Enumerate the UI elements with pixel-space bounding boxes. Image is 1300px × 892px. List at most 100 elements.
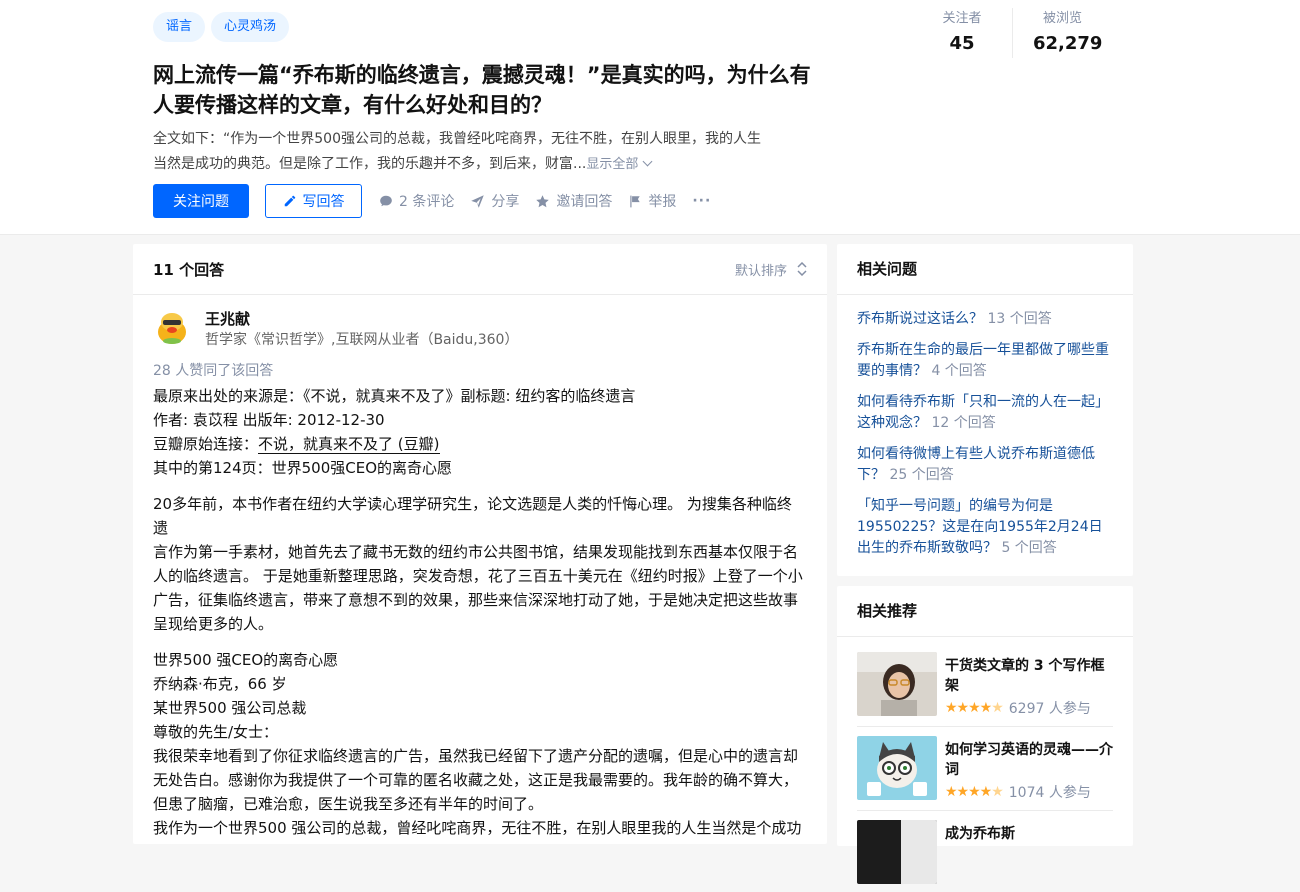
answer-content: 最原来出处的来源是：《不说，就真来不及了》副标题: 纽约客的临终遗言 作者: 袁… [153,384,803,840]
content-line: 无处告白。感谢你为我提供了一个可靠的匿名收藏之处，这正是我最需要的。我年龄的确不… [153,771,799,789]
topic-tag[interactable]: 谣言 [153,12,206,42]
star-icon [536,194,550,207]
sort-dropdown[interactable]: 默认排序 [735,260,807,279]
followers-count: 45 [949,33,975,54]
paper-plane-icon [471,194,485,208]
content-line: 言作为第一手素材，她首先去了藏书无数的纽约市公共图书馆，结果发现能找到东西基本仅… [153,543,799,561]
related-questions-title: 相关问题 [837,244,1133,295]
views-stat: 被浏览 62,279 [1012,8,1112,58]
answers-header: 11 个回答 默认排序 [133,244,827,295]
question-excerpt: 全文如下：“作为一个世界500强公司的总裁，我曾经叱咤商界，无往不胜，在别人眼里… [153,127,823,177]
follow-question-button[interactable]: 关注问题 [153,184,249,218]
question-stats: 关注者 45 被浏览 62,279 [912,8,1112,58]
recommendations-card: 相关推荐 干货类文章的 3 个写作框架 ★★★★★ 6297 人参与 如何学习英… [837,586,1133,884]
participants-count: 1074 人参与 [1008,785,1091,801]
report-button[interactable]: 举报 [628,191,676,211]
comment-icon [380,195,392,207]
related-questions-list: 乔布斯说过这话么？ 13 个回答 乔布斯在生命的最后一年里都做了哪些重要的事情？… [837,295,1133,559]
content-line: 我很荣幸地看到了你征求临终遗言的广告，虽然我已经留下了遗产分配的遗嘱，但是心中的… [153,747,799,765]
recommendation-title: 干货类文章的 3 个写作框架 [945,658,1105,694]
content-line: 世界500 强CEO的离奇心愿 [153,651,339,669]
rating-stars: ★★★★★ [945,784,1004,800]
divider [857,726,1113,727]
flag-icon [630,195,641,207]
content-line: 广告，征集临终遗言，带来了意想不到的效果，那些来信深深地打动了她，于是她决定把这… [153,591,799,609]
question-header: 谣言 心灵鸡汤 网上流传一篇“乔布斯的临终遗言，震撼灵魂！”是真实的吗，为什么有… [0,0,1300,235]
chevron-down-icon [642,156,653,167]
excerpt-line: 当然是成功的典范。但是除了工作，我的乐趣并不多，到后来，财富... [153,156,587,172]
avatar[interactable] [153,308,191,346]
content-line: 人的临终遗言。 于是她重新整理思路，突发奇想，花了三百五十美元在《纽约时报》上登… [153,567,803,585]
views-label: 被浏览 [1042,11,1082,26]
recommendation-thumbnail [857,820,937,884]
report-label: 举报 [648,194,677,210]
recommendation-title: 成为乔布斯 [945,826,1015,842]
sort-arrows-icon [797,262,807,276]
answer-count: 11 个回答 [153,260,225,279]
write-answer-label: 写回答 [302,194,345,210]
more-button[interactable]: ··· [692,193,711,209]
share-button[interactable]: 分享 [470,191,519,211]
answer-count: 12 个回答 [931,415,996,431]
content-line: 某世界500 强公司总裁 [153,699,307,717]
content-line: 最原来出处的来源是：《不说，就真来不及了》副标题: 纽约客的临终遗言 [153,387,636,405]
answer-count: 13 个回答 [987,311,1052,327]
recommendation-item[interactable]: 成为乔布斯 [857,820,1113,892]
views-count: 62,279 [1033,33,1103,54]
comments-label: 2 条评论 [399,194,455,210]
topic-tag[interactable]: 心灵鸡汤 [211,12,290,42]
author-name[interactable]: 王兆献 [205,308,518,330]
excerpt-line: 全文如下：“作为一个世界500强公司的总裁，我曾经叱咤商界，无往不胜，在别人眼里… [153,131,761,147]
sort-label: 默认排序 [734,263,787,279]
recommendation-meta: ★★★★★ 6297 人参与 [945,698,1091,718]
answer-author: 王兆献 哲学家《常识哲学》,互联网从业者（Baidu,360） [153,308,518,350]
content-line: 我作为一个世界500 强公司的总裁，曾经叱咤商界，无往不胜，在别人眼里我的人生当… [153,819,802,837]
recommendation-thumbnail [857,652,937,716]
answer-count: 4 个回答 [931,363,987,379]
author-bio: 哲学家《常识哲学》,互联网从业者（Baidu,360） [205,332,519,348]
answer-count: 25 个回答 [889,467,954,483]
participants-count: 6297 人参与 [1008,701,1091,717]
related-question-text: 「知乎一号问题」的编号为何是 19550225？这是在向1955年2月24日出生… [857,498,1103,556]
content-line: 尊敬的先生/女士： [153,723,279,741]
content-line: 20多年前，本书作者在纽约大学读心理学研究生，论文选题是人类的忏悔心理。 为搜集… [153,495,792,537]
show-all-label: 显示全部 [586,157,639,172]
vote-count[interactable]: 28 人赞同了该回答 [153,360,273,380]
content-line: 但患了脑瘤，已难治愈，医生说我至多还有半年的时间了。 [153,795,544,813]
recommendation-item[interactable]: 干货类文章的 3 个写作框架 ★★★★★ 6297 人参与 [857,652,1113,724]
recommendation-title: 如何学习英语的灵魂——介词 [945,742,1113,778]
content-line: 其中的第124页：世界500强CEO的离奇心愿 [153,459,453,477]
question-actions: 关注问题 写回答 2 条评论 分享 邀请回答 举报 ··· [153,184,711,218]
share-label: 分享 [491,194,520,210]
douban-link[interactable]: 不说，就真来不及了 (豆瓣) [258,435,440,454]
related-question-item[interactable]: 乔布斯在生命的最后一年里都做了哪些重要的事情？ 4 个回答 [857,340,1113,382]
content-line: 豆瓣原始连接：不说，就真来不及了 (豆瓣) [153,432,803,456]
related-question-item[interactable]: 如何看待微博上有些人说乔布斯道德低下？ 25 个回答 [857,444,1113,486]
pencil-icon [284,195,295,207]
recommendation-item[interactable]: 如何学习英语的灵魂——介词 ★★★★★ 1074 人参与 [857,736,1113,808]
related-questions-card: 相关问题 乔布斯说过这话么？ 13 个回答 乔布斯在生命的最后一年里都做了哪些重… [837,244,1133,576]
comments-button[interactable]: 2 条评论 [379,191,454,211]
write-answer-button[interactable]: 写回答 [265,184,362,218]
content-line: 呈现给更多的人。 [153,615,274,633]
followers-stat[interactable]: 关注者 45 [912,8,1012,58]
invite-answer-button[interactable]: 邀请回答 [535,191,612,211]
answer-count: 5 个回答 [1001,540,1057,556]
content-text: 豆瓣原始连接： [153,435,259,453]
content-line: 乔纳森·布克，66 岁 [153,675,287,693]
recommendation-meta: ★★★★★ 1074 人参与 [945,782,1091,802]
invite-label: 邀请回答 [556,194,613,210]
related-question-item[interactable]: 乔布斯说过这话么？ 13 个回答 [857,309,1113,330]
show-all-button[interactable]: 显示全部 [586,156,653,172]
recommendations-title: 相关推荐 [837,586,1133,637]
related-question-item[interactable]: 「知乎一号问题」的编号为何是 19550225？这是在向1955年2月24日出生… [857,496,1113,559]
question-title: 网上流传一篇“乔布斯的临终遗言，震撼灵魂！”是真实的吗，为什么有人要传播这样的文… [153,63,811,117]
rating-stars: ★★★★★ [945,700,1004,716]
related-question-item[interactable]: 如何看待乔布斯「只和一流的人在一起」这种观念？ 12 个回答 [857,392,1113,434]
related-question-text: 乔布斯说过这话么？ [857,311,983,327]
followers-label: 关注者 [942,11,982,26]
divider [857,810,1113,811]
topic-tags: 谣言 心灵鸡汤 [153,12,290,42]
answers-panel: 11 个回答 默认排序 王兆献 哲学家《常识哲学》,互联网从业者（Baidu,3… [133,244,827,844]
content-line: 作者: 袁苡程 出版年: 2012-12-30 [153,411,385,429]
